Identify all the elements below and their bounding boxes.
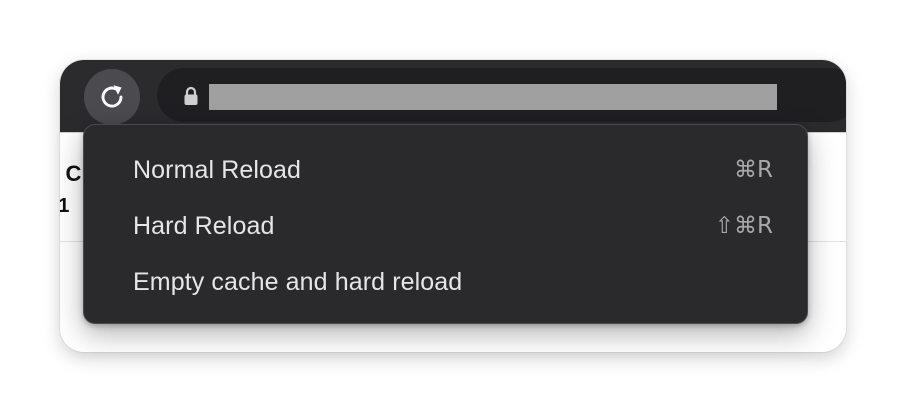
reload-button[interactable] <box>84 69 140 125</box>
reload-icon <box>101 85 123 108</box>
browser-toolbar <box>60 60 846 132</box>
screenshot-stage: o C p1 Normal Reload ⌘R Hard Reload ⇧⌘R … <box>0 0 906 412</box>
menu-item-shortcut: ⇧⌘R <box>714 213 773 239</box>
menu-item-empty-cache-hard-reload[interactable]: Empty cache and hard reload <box>84 257 807 309</box>
menu-item-label: Empty cache and hard reload <box>133 268 463 296</box>
menu-item-shortcut: ⌘R <box>734 157 773 183</box>
lock-icon <box>184 86 198 105</box>
menu-item-label: Hard Reload <box>133 212 275 240</box>
menu-item-normal-reload[interactable]: Normal Reload ⌘R <box>84 145 807 197</box>
menu-item-hard-reload[interactable]: Hard Reload ⇧⌘R <box>84 201 807 253</box>
url-text-redacted[interactable] <box>209 84 777 110</box>
page-subheading-fragment: p1 <box>60 195 70 217</box>
address-bar[interactable] <box>157 68 846 122</box>
page-heading-fragment: o C <box>60 161 82 186</box>
menu-item-label: Normal Reload <box>133 156 302 184</box>
reload-context-menu: Normal Reload ⌘R Hard Reload ⇧⌘R Empty c… <box>83 124 808 324</box>
